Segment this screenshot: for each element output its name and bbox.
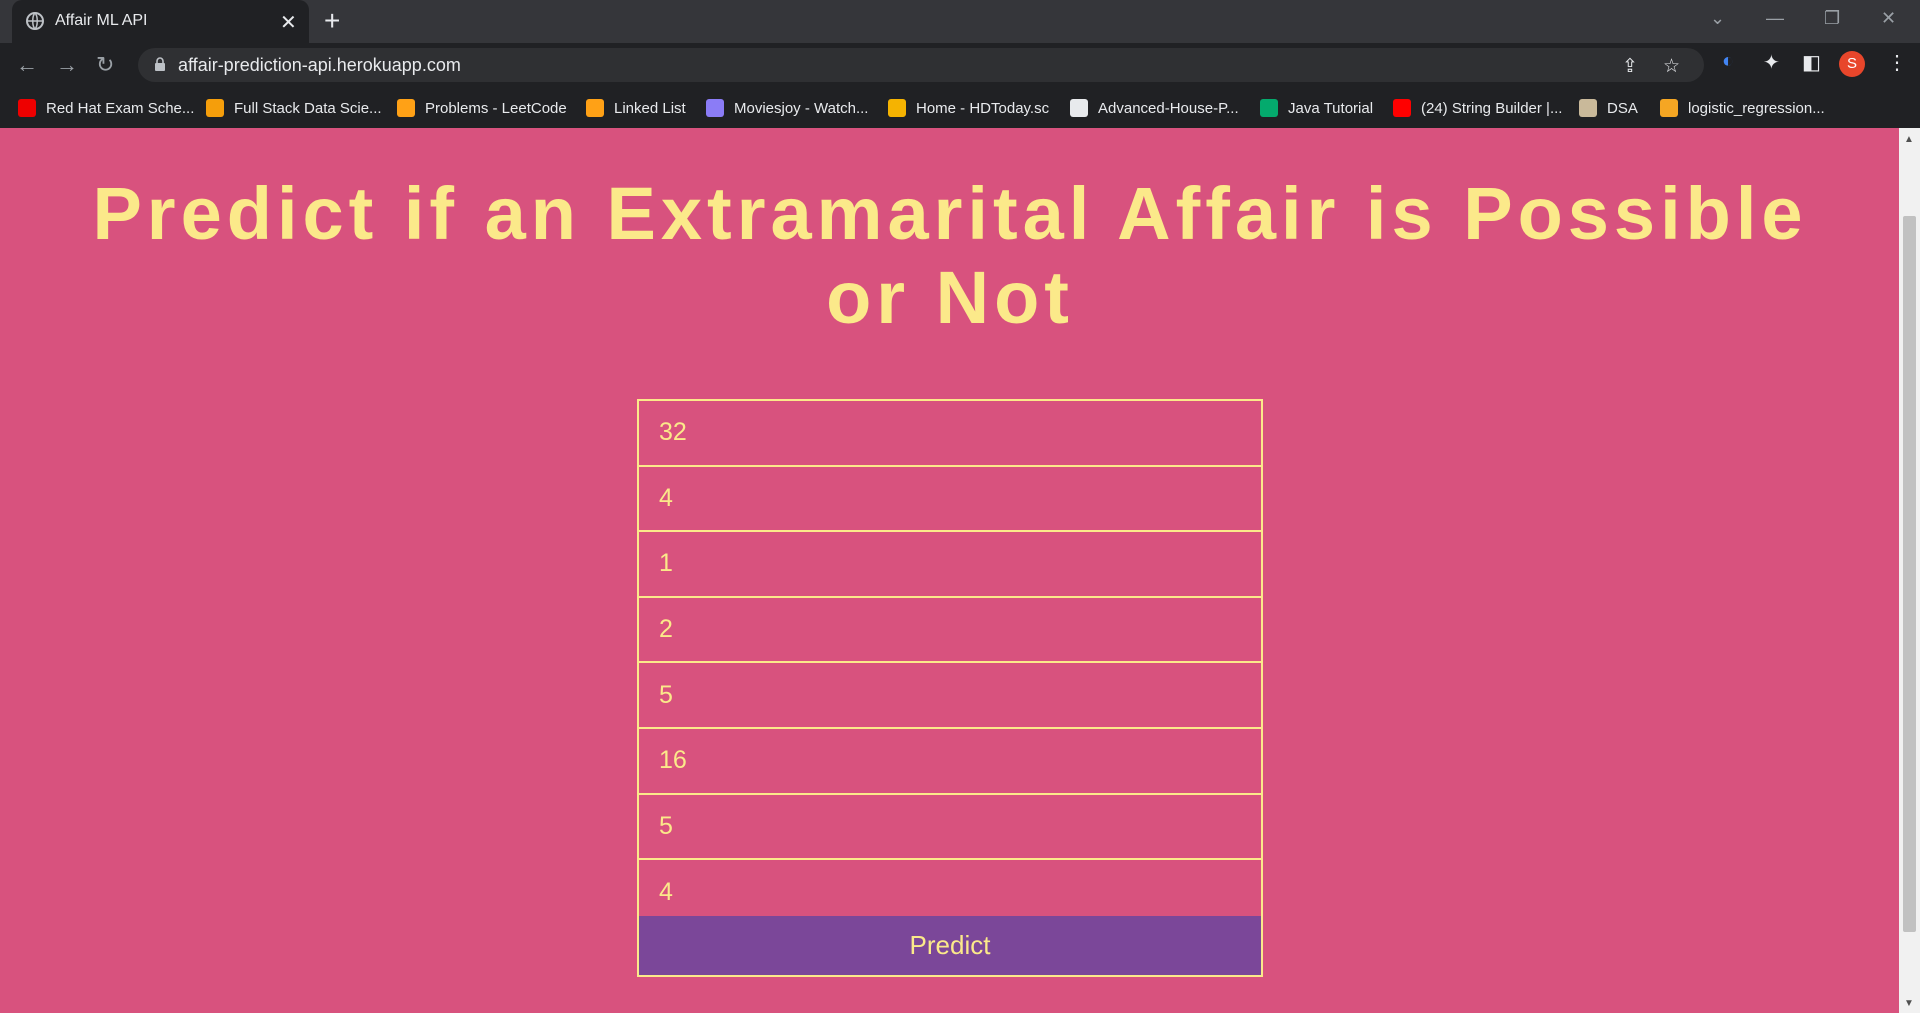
cc-icon <box>1579 99 1597 117</box>
address-bar[interactable]: affair-prediction-api.herokuapp.com ⇪ ☆ <box>138 48 1704 82</box>
bookmark-item[interactable]: Advanced-House-P... <box>1070 96 1239 120</box>
moviesjoy-icon <box>706 99 724 117</box>
bookmark-item[interactable]: Red Hat Exam Sche... <box>18 96 194 120</box>
scroll-up-icon[interactable]: ▲ <box>1904 134 1914 145</box>
side-panel-icon[interactable]: ◧ <box>1802 50 1821 75</box>
prediction-form: Predict <box>637 399 1263 977</box>
bookmark-label: Full Stack Data Scie... <box>234 99 382 117</box>
page-title: Predict if an Extramarital Affair is Pos… <box>92 172 1808 339</box>
scrollbar-thumb[interactable] <box>1903 216 1916 932</box>
back-icon[interactable]: ← <box>16 52 38 78</box>
feature-input-4[interactable] <box>639 597 1261 664</box>
page-scrollbar[interactable]: ▲ ▼ <box>1899 128 1920 1013</box>
feature-input-2[interactable] <box>639 466 1261 533</box>
notebook-icon <box>1660 99 1678 117</box>
reload-icon[interactable]: ↻ <box>96 52 114 78</box>
bookmark-label: Moviesjoy - Watch... <box>734 99 869 117</box>
lock-icon <box>155 57 165 71</box>
share-icon[interactable]: ⇪ <box>1622 55 1638 78</box>
bookmark-label: Linked List <box>614 99 686 117</box>
hd-icon <box>888 99 906 117</box>
bookmark-item[interactable]: (24) String Builder |... <box>1393 96 1562 120</box>
feature-input-5[interactable] <box>639 663 1261 729</box>
bookmark-item[interactable]: DSA <box>1579 96 1638 120</box>
leetcode-icon <box>586 99 604 117</box>
bookmark-star-icon[interactable]: ☆ <box>1663 55 1680 78</box>
globe-icon <box>26 12 44 30</box>
leetcode-icon <box>397 99 415 117</box>
scroll-down-icon[interactable]: ▼ <box>1904 998 1914 1009</box>
tab-strip: Affair ML API ✕ + ⌄ — ❐ ✕ <box>0 0 1920 43</box>
close-tab-icon[interactable]: ✕ <box>280 10 297 35</box>
youtube-icon <box>1393 99 1411 117</box>
bookmark-item[interactable]: Moviesjoy - Watch... <box>706 96 868 120</box>
tab-search-icon[interactable]: ⌄ <box>1710 8 1725 29</box>
bookmark-item[interactable]: Java Tutorial <box>1260 96 1373 120</box>
w3-icon <box>1260 99 1278 117</box>
feature-input-7[interactable] <box>639 794 1261 861</box>
bookmark-item[interactable]: Problems - LeetCode <box>397 96 567 120</box>
chrome-extension-icon[interactable]: ◐ <box>1722 50 1734 73</box>
browser-toolbar: ← → ↻ affair-prediction-api.herokuapp.co… <box>0 43 1920 88</box>
github-icon <box>1070 99 1088 117</box>
bookmark-label: Java Tutorial <box>1288 99 1374 117</box>
minimize-icon[interactable]: — <box>1766 8 1784 29</box>
redhat-icon <box>18 99 36 117</box>
url-text: affair-prediction-api.herokuapp.com <box>178 55 461 75</box>
bookmark-item[interactable]: logistic_regression... <box>1660 96 1825 120</box>
restore-icon[interactable]: ❐ <box>1824 8 1840 29</box>
feature-input-6[interactable] <box>639 728 1261 795</box>
extensions-puzzle-icon[interactable]: ✦ <box>1763 50 1780 75</box>
bookmark-item[interactable]: Full Stack Data Scie... <box>206 96 382 120</box>
bookmarks-bar: Red Hat Exam Sche... Full Stack Data Scie… <box>0 88 1920 128</box>
ineuron-icon <box>206 99 224 117</box>
bookmark-label: (24) String Builder |... <box>1421 99 1563 117</box>
profile-avatar[interactable]: S <box>1839 51 1865 77</box>
menu-kebab-icon[interactable]: ⋮ <box>1887 50 1907 75</box>
new-tab-icon[interactable]: + <box>324 5 340 37</box>
predict-button[interactable]: Predict <box>639 916 1261 975</box>
feature-input-3[interactable] <box>639 532 1261 598</box>
bookmark-item[interactable]: Linked List <box>586 96 686 120</box>
bookmark-item[interactable]: Home - HDToday.sc <box>888 96 1049 120</box>
bookmark-label: DSA <box>1607 99 1638 117</box>
tab-title: Affair ML API <box>55 12 148 29</box>
feature-input-1[interactable] <box>639 401 1261 467</box>
tab-active[interactable]: Affair ML API ✕ <box>12 0 309 43</box>
bookmark-label: Advanced-House-P... <box>1098 99 1239 117</box>
bookmark-label: Red Hat Exam Sche... <box>46 99 195 117</box>
bookmark-label: Home - HDToday.sc <box>916 99 1050 117</box>
bookmark-label: Problems - LeetCode <box>425 99 567 117</box>
forward-icon[interactable]: → <box>56 52 78 78</box>
bookmark-label: logistic_regression... <box>1688 99 1825 117</box>
close-window-icon[interactable]: ✕ <box>1881 8 1896 29</box>
